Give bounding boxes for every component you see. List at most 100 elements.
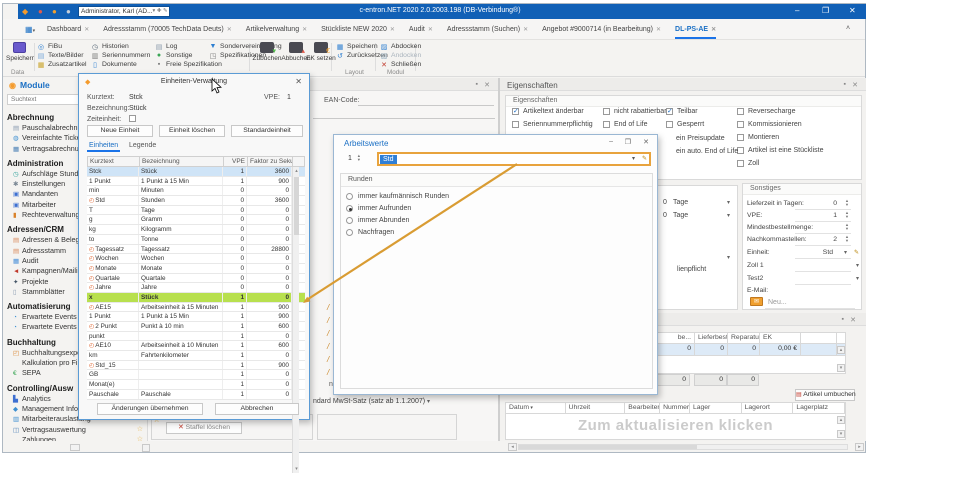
tab-audit[interactable]: Audit✕ bbox=[409, 19, 433, 40]
spinner-arrows-icon[interactable]: ▲▼ bbox=[357, 154, 361, 162]
scroll-down-icon[interactable]: ▾ bbox=[837, 364, 845, 372]
checkbox-kommissionieren[interactable]: Kommissionieren bbox=[737, 121, 802, 128]
tage-value[interactable]: 0 bbox=[663, 199, 667, 206]
freie-spezifikation-button[interactable]: ▪Freie Spezifikation bbox=[155, 60, 222, 69]
checkbox-icon[interactable] bbox=[666, 108, 673, 115]
checkbox-nicht-rabattierbar[interactable]: nicht rabattierbar bbox=[603, 108, 667, 115]
refresh-watermark[interactable]: Zum aktualisieren klicken bbox=[505, 417, 846, 434]
scroll-down-icon[interactable]: ▾ bbox=[837, 430, 845, 438]
history-column-lagerplatz[interactable]: Lagerplatz bbox=[793, 403, 845, 413]
zeiteinheit-checkbox[interactable] bbox=[129, 115, 140, 122]
seriennummern-button[interactable]: ▥Seriennummern bbox=[91, 51, 150, 60]
table-row-1-punkt[interactable]: 1 Punkt1 Punkt à 15 Min1900 bbox=[87, 312, 305, 322]
scroll-up-icon[interactable]: ▴ bbox=[293, 168, 300, 174]
aenderungen-uebernehmen-button[interactable]: Änderungen übernehmen bbox=[97, 403, 203, 415]
edit-slash-icon[interactable]: / bbox=[327, 329, 329, 338]
hscroll-right-icon[interactable]: ▸ bbox=[855, 443, 864, 451]
form-field-underline[interactable] bbox=[313, 118, 495, 119]
edit-slash-icon[interactable]: / bbox=[327, 355, 329, 364]
dropdown-icon[interactable]: ▾ bbox=[727, 254, 730, 261]
kurztext-value[interactable]: Stck bbox=[129, 94, 143, 101]
history-column-lager[interactable]: Lager bbox=[690, 403, 742, 413]
field-value[interactable]: 0 bbox=[833, 200, 837, 207]
tab-close-icon[interactable]: ✕ bbox=[227, 26, 232, 33]
combobox-dropdown-icon[interactable]: ▾ bbox=[632, 155, 635, 162]
tab-close-icon[interactable]: ✕ bbox=[656, 26, 661, 33]
edit-pencil-icon[interactable]: ✎ bbox=[854, 249, 859, 256]
table-row-to[interactable]: toTonne00 bbox=[87, 235, 305, 245]
properties-pin-icon[interactable]: ▪ bbox=[844, 81, 846, 88]
edit-slash-icon[interactable]: / bbox=[327, 368, 329, 377]
notification-gray-icon[interactable]: ● bbox=[66, 8, 71, 16]
minimize-icon[interactable]: – bbox=[795, 7, 799, 15]
abdocken-button[interactable]: ▨Abdocken bbox=[380, 42, 421, 51]
checkbox-icon[interactable] bbox=[737, 108, 744, 115]
sidebar-scroll-piece[interactable] bbox=[70, 444, 80, 451]
checkbox-icon[interactable] bbox=[603, 108, 610, 115]
stock-column-empty[interactable] bbox=[801, 333, 837, 343]
close-icon[interactable]: ✕ bbox=[849, 7, 856, 15]
checkbox-icon[interactable] bbox=[737, 134, 744, 141]
checkbox-reversecharge[interactable]: Reversecharge bbox=[737, 108, 795, 115]
maximize-icon[interactable]: ❐ bbox=[822, 7, 829, 15]
stock-column-reparaturb[interactable]: Reparaturb... bbox=[728, 333, 760, 343]
checkbox-artikel-ist-eine-stückliste[interactable]: Artikel ist eine Stückliste bbox=[737, 147, 823, 154]
log-button[interactable]: ▤Log bbox=[155, 42, 177, 51]
tab-close-icon[interactable]: ✕ bbox=[428, 26, 433, 33]
tab-legende[interactable]: Legende bbox=[129, 142, 156, 149]
checkbox-artikeltext-änderbar[interactable]: Artikeltext änderbar bbox=[512, 108, 584, 115]
history-column-bearbeiter[interactable]: Bearbeiter bbox=[625, 403, 660, 413]
abbrechen-button[interactable]: Abbrechen bbox=[215, 403, 299, 415]
checkbox-icon[interactable] bbox=[512, 121, 519, 128]
radio-immer-abrunden[interactable]: immer Abrunden bbox=[346, 217, 409, 224]
spinner-icon[interactable]: ▲▼ bbox=[845, 199, 849, 207]
checkbox-icon[interactable] bbox=[737, 121, 744, 128]
table-row-x[interactable]: xStück10 bbox=[87, 293, 305, 303]
neue-einheit-button[interactable]: Neue Einheit bbox=[87, 125, 153, 137]
tab-artikelverwaltung[interactable]: Artikelverwaltung✕ bbox=[246, 19, 307, 40]
save-button[interactable]: Speichern bbox=[6, 42, 32, 62]
radio-icon[interactable] bbox=[346, 193, 353, 200]
sidebar-item-zahlungen[interactable]: Zahlungen☆ bbox=[5, 435, 147, 441]
tab-einheiten[interactable]: Einheiten bbox=[87, 142, 120, 152]
minimize-icon[interactable]: – bbox=[609, 138, 613, 145]
column-header-kurztext[interactable]: Kurztext bbox=[88, 157, 140, 166]
bezeichnung-value[interactable]: Stück bbox=[129, 105, 147, 112]
dialog-close-icon[interactable]: ✕ bbox=[295, 77, 302, 86]
dropdown-icon[interactable]: ▾ bbox=[856, 275, 859, 282]
tab-adressstamm-suchen[interactable]: Adressstamm (Suchen)✕ bbox=[447, 19, 528, 40]
panel-close-icon[interactable]: ✕ bbox=[484, 81, 490, 89]
field-e-mail[interactable]: E-Mail: bbox=[747, 286, 859, 297]
table-row-gb[interactable]: GB10 bbox=[87, 370, 305, 380]
dropdown-icon[interactable]: ▾ bbox=[727, 199, 730, 206]
table-row-ae10[interactable]: ◴AE10Arbeitseinheit à 10 Minuten1600 bbox=[87, 341, 305, 351]
tab-close-icon[interactable]: ✕ bbox=[390, 26, 395, 33]
einheiten-table-scrollbar[interactable]: ▴ ▾ bbox=[292, 167, 299, 473]
table-row-2-punkt[interactable]: ◴2 PunktPunkt à 10 min1600 bbox=[87, 322, 305, 332]
zubuchen-button[interactable]: ▾Zubuchen bbox=[252, 42, 282, 62]
tab-close-icon[interactable]: ✕ bbox=[523, 26, 528, 33]
checkbox-end-of-life[interactable]: End of Life bbox=[603, 121, 647, 128]
mail-new-link[interactable]: Neu... bbox=[768, 299, 787, 306]
edit-slash-icon[interactable]: / bbox=[327, 316, 329, 325]
edit-slash-icon[interactable]: / bbox=[327, 303, 329, 312]
table-row-pauschale[interactable]: PauschalePauschale10 bbox=[87, 390, 305, 400]
radio-icon[interactable] bbox=[346, 217, 353, 224]
spinner-icon[interactable]: ▲▼ bbox=[845, 223, 849, 231]
spinner-icon[interactable]: ▲▼ bbox=[845, 235, 849, 243]
table-row-stck[interactable]: StckStück13600 bbox=[87, 167, 305, 177]
scroll-corner[interactable] bbox=[142, 444, 150, 452]
tab-adressstamm-70005-techdata-deuts[interactable]: Adressstamm (70005 TechData Deuts)✕ bbox=[103, 19, 232, 40]
table-row-monate[interactable]: ◴MonateMonate00 bbox=[87, 264, 305, 274]
favorite-star-icon[interactable]: ☆ bbox=[137, 425, 143, 435]
radio-nachfragen[interactable]: Nachfragen bbox=[346, 229, 394, 236]
stock-column-ek[interactable]: EK bbox=[760, 333, 801, 343]
table-row-jahre[interactable]: ◴JahreJahre00 bbox=[87, 283, 305, 293]
historien-button[interactable]: ◷Historien bbox=[91, 42, 129, 51]
tab-stückliste-new-2020[interactable]: Stückliste NEW 2020✕ bbox=[321, 19, 395, 40]
checkbox-montieren[interactable]: Montieren bbox=[737, 134, 779, 141]
checkbox-teilbar[interactable]: Teilbar bbox=[666, 108, 698, 115]
sidebar-item-vertragsauswertung[interactable]: ◫Vertragsauswertung☆ bbox=[5, 425, 147, 435]
stock-close-icon[interactable]: ✕ bbox=[850, 316, 856, 324]
field-einheit[interactable]: Einheit:Std▾✎ bbox=[747, 248, 859, 259]
